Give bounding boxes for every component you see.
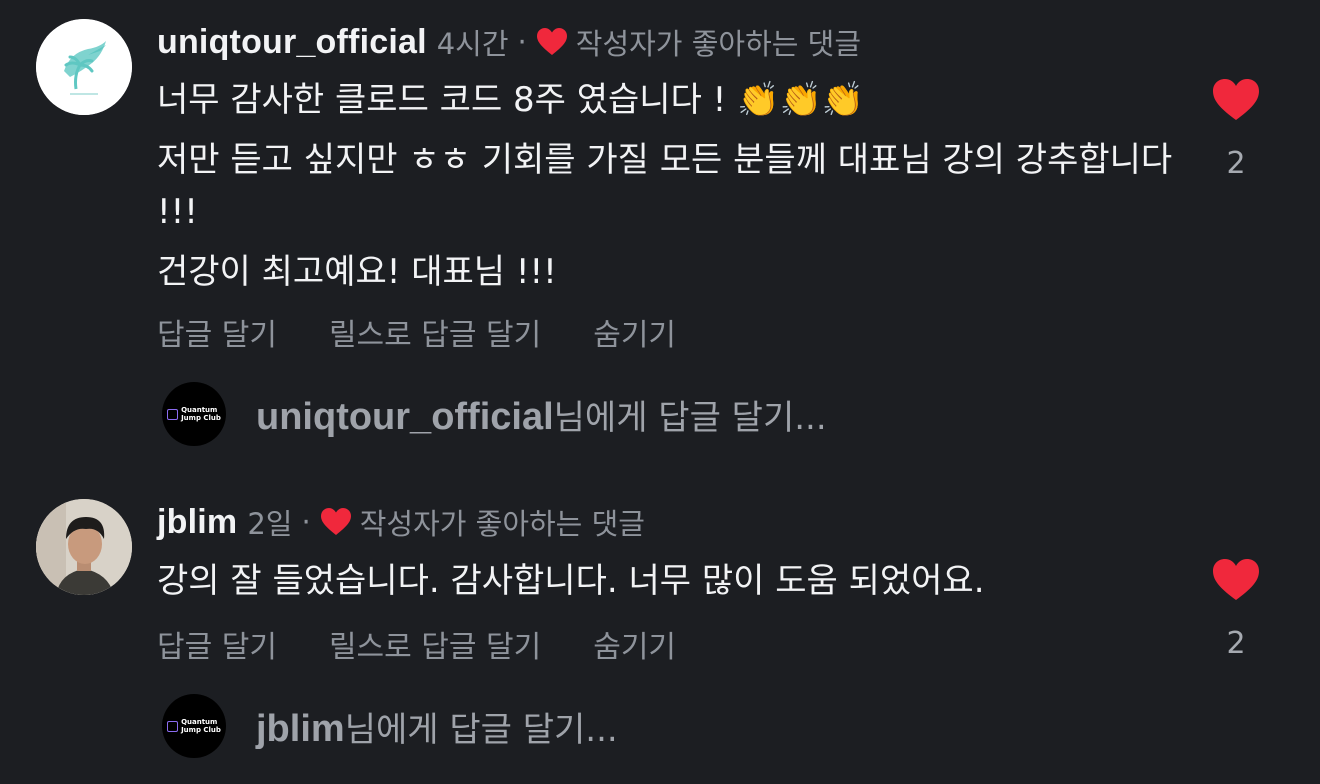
reply-composer[interactable]: Quantum Jump Club jblim님에게 답글 달기... — [162, 694, 618, 758]
comment-text: 강의 잘 들었습니다. 감사합니다. 너무 많이 도움 되었어요. — [157, 555, 1177, 607]
comments-panel: uniqtour_official 4시간 · 작성자가 좋아하는 댓글 너무 … — [0, 0, 1320, 784]
heart-icon[interactable] — [1212, 78, 1260, 122]
avatar-text: Quantum — [181, 718, 218, 726]
avatar-text: Quantum — [181, 406, 218, 414]
person-photo — [36, 499, 132, 595]
comment-line: 저만 듣고 싶지만 ㅎㅎ 기회를 가질 모든 분들께 대표님 강의 강추합니다 … — [157, 140, 1173, 232]
avatar-text: Jump Club — [181, 414, 221, 422]
comment-header: jblim 2일 · 작성자가 좋아하는 댓글 — [157, 500, 645, 544]
comment-line: 너무 감사한 클로드 코드 8주 였습니다 ! — [157, 80, 738, 120]
reply-input[interactable]: jblim님에게 답글 달기... — [256, 702, 618, 751]
timestamp: 4시간 — [436, 27, 509, 61]
hide-button[interactable]: 숨기기 — [593, 310, 676, 354]
comment-line: 건강이 최고예요! 대표님 !!! — [157, 252, 557, 292]
reply-input[interactable]: uniqtour_official님에게 답글 달기... — [256, 390, 827, 439]
comment-header: uniqtour_official 4시간 · 작성자가 좋아하는 댓글 — [157, 20, 861, 64]
like-count: 2 — [1226, 146, 1246, 181]
avatar[interactable] — [36, 499, 132, 595]
heart-icon — [536, 28, 567, 55]
avatar: Quantum Jump Club — [162, 382, 226, 446]
reply-placeholder: 님에게 답글 달기... — [553, 397, 827, 438]
avatar[interactable] — [36, 19, 132, 115]
qjc-logo-icon — [167, 720, 179, 732]
qjc-logo-icon — [167, 408, 179, 420]
creator-liked-label: 작성자가 좋아하는 댓글 — [359, 507, 645, 541]
like-count: 2 — [1226, 626, 1246, 661]
clapping-hands-icon: 👏👏👏 — [737, 80, 865, 120]
palm-plane-logo-icon — [36, 19, 132, 115]
heart-icon[interactable] — [1212, 558, 1260, 602]
timestamp: 2일 — [247, 507, 293, 541]
creator-liked-label: 작성자가 좋아하는 댓글 — [575, 27, 862, 61]
comment-actions: 답글 달기 릴스로 답글 달기 숨기기 — [157, 622, 728, 666]
reply-button[interactable]: 답글 달기 — [157, 622, 277, 666]
reply-composer[interactable]: Quantum Jump Club uniqtour_official님에게 답… — [162, 382, 827, 446]
comment-text: 너무 감사한 클로드 코드 8주 였습니다 ! 👏👏👏 저만 듣고 싶지만 ㅎㅎ… — [157, 74, 1177, 298]
reply-target-username: jblim — [256, 707, 345, 750]
username[interactable]: uniqtour_official — [157, 23, 427, 62]
avatar: Quantum Jump Club — [162, 694, 226, 758]
reply-with-reel-button[interactable]: 릴스로 답글 달기 — [329, 310, 541, 354]
separator-dot: · — [301, 505, 311, 539]
reply-placeholder: 님에게 답글 달기... — [344, 709, 618, 750]
heart-icon — [320, 508, 351, 535]
avatar-text: Jump Club — [181, 726, 221, 734]
separator-dot: · — [517, 25, 527, 59]
comment-actions: 답글 달기 릴스로 답글 달기 숨기기 — [157, 310, 728, 354]
comment-line: 강의 잘 들었습니다. 감사합니다. 너무 많이 도움 되었어요. — [157, 561, 985, 601]
reply-button[interactable]: 답글 달기 — [157, 310, 277, 354]
reply-with-reel-button[interactable]: 릴스로 답글 달기 — [329, 622, 541, 666]
hide-button[interactable]: 숨기기 — [593, 622, 676, 666]
reply-target-username: uniqtour_official — [256, 395, 554, 438]
username[interactable]: jblim — [157, 503, 237, 542]
